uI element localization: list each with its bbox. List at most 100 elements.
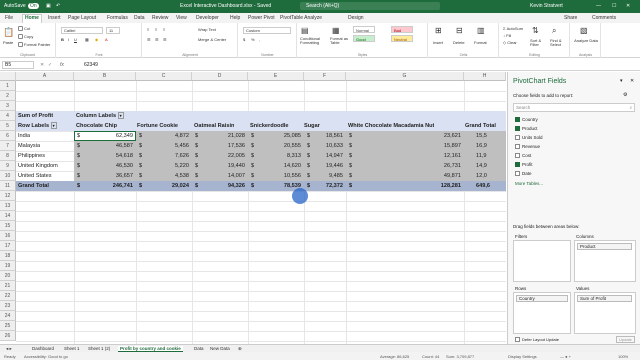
filter-dropdown-icon[interactable]: ▾ bbox=[50, 122, 57, 129]
column-labels-filter[interactable]: Column Labels ▾ bbox=[76, 111, 124, 121]
pivot-value-cell[interactable]: 94,326 bbox=[192, 181, 245, 191]
find-select-button[interactable]: Find & Select bbox=[550, 39, 568, 47]
pivot-value-cell[interactable]: 7,626 bbox=[136, 151, 189, 161]
row-header[interactable]: 13 bbox=[0, 201, 16, 211]
row-header[interactable]: 14 bbox=[0, 211, 16, 221]
row-header[interactable]: 26 bbox=[0, 331, 16, 341]
insert-cells-icon[interactable]: ⊞ bbox=[435, 26, 442, 35]
clear-button[interactable]: ◇ Clear bbox=[503, 40, 517, 45]
col-header-b[interactable]: B bbox=[74, 72, 136, 81]
rows-area[interactable]: Country bbox=[513, 292, 571, 334]
row-label-country[interactable]: United States bbox=[18, 171, 52, 181]
pivot-value-cell[interactable]: 5,220 bbox=[136, 161, 189, 171]
row-header[interactable]: 1 bbox=[0, 81, 16, 91]
display-settings[interactable]: Display Settings bbox=[508, 354, 537, 359]
maximize-icon[interactable]: ☐ bbox=[612, 3, 616, 9]
name-box[interactable]: B5 bbox=[2, 61, 34, 69]
pivot-value-cell[interactable]: 14,9 bbox=[476, 161, 506, 171]
field-item[interactable]: Date bbox=[515, 171, 532, 177]
value-field-chip[interactable]: Sum of Profit bbox=[577, 295, 632, 302]
style-neutral[interactable]: Neutral bbox=[391, 35, 413, 42]
delete-cells-button[interactable]: Delete bbox=[453, 40, 465, 45]
row-field-chip[interactable]: Country bbox=[516, 295, 568, 302]
pivot-value-cell[interactable]: 14,947 bbox=[304, 151, 343, 161]
wrap-text-button[interactable]: Wrap Text bbox=[198, 27, 216, 32]
row-header[interactable]: 21 bbox=[0, 281, 16, 291]
tab-data[interactable]: Data bbox=[134, 15, 145, 21]
font-size-select[interactable]: 11 bbox=[106, 27, 120, 34]
enter-icon[interactable]: ✓ bbox=[48, 62, 52, 68]
percent-icon[interactable]: % bbox=[251, 37, 255, 42]
col-header-c[interactable]: C bbox=[136, 72, 192, 81]
fill-color-icon[interactable]: ◆ bbox=[95, 37, 98, 42]
col-header-d[interactable]: D bbox=[192, 72, 248, 81]
row-header[interactable]: 8 bbox=[0, 151, 16, 161]
copy-button[interactable]: Copy bbox=[18, 34, 33, 40]
pivot-value-cell[interactable]: 246,741 bbox=[74, 181, 133, 191]
row-label-country[interactable]: Philippines bbox=[18, 151, 45, 161]
pivot-value-cell[interactable]: 5,456 bbox=[136, 141, 189, 151]
border-icon[interactable]: ▦ bbox=[85, 37, 89, 42]
style-normal[interactable]: Normal bbox=[353, 26, 375, 33]
row-header[interactable]: 9 bbox=[0, 161, 16, 171]
checkbox-icon[interactable] bbox=[515, 144, 520, 150]
row-header[interactable]: 5 bbox=[0, 121, 16, 131]
cancel-icon[interactable]: ✕ bbox=[40, 62, 44, 68]
field-search-input[interactable]: Search ⌕ bbox=[513, 103, 635, 112]
comma-icon[interactable]: , bbox=[259, 37, 260, 42]
row-label-country[interactable]: United Kingdom bbox=[18, 161, 58, 171]
delete-cells-icon[interactable]: ⊟ bbox=[456, 26, 463, 35]
style-good[interactable]: Good bbox=[353, 35, 375, 42]
checkbox-icon[interactable] bbox=[515, 153, 520, 159]
row-header[interactable]: 7 bbox=[0, 141, 16, 151]
pivot-value-cell[interactable]: 36,657 bbox=[74, 171, 133, 181]
field-item[interactable]: Cost bbox=[515, 153, 531, 159]
tab-help[interactable]: Help bbox=[230, 15, 240, 21]
cut-button[interactable]: Cut bbox=[18, 26, 30, 32]
row-header[interactable]: 12 bbox=[0, 191, 16, 201]
pivot-value-cell[interactable]: 18,561 bbox=[304, 131, 343, 141]
pivot-value-cell[interactable]: 72,372 bbox=[304, 181, 343, 191]
font-color-icon[interactable]: A bbox=[105, 37, 108, 42]
autosave-toggle[interactable]: On bbox=[28, 3, 39, 9]
row-header[interactable]: 15 bbox=[0, 221, 16, 231]
format-cells-icon[interactable]: ▥ bbox=[477, 26, 485, 35]
tab-view[interactable]: View bbox=[176, 15, 187, 21]
columns-area[interactable]: Product bbox=[574, 240, 636, 282]
pivot-value-cell[interactable]: 10,633 bbox=[304, 141, 343, 151]
row-header[interactable]: 25 bbox=[0, 321, 16, 331]
tab-developer[interactable]: Developer bbox=[196, 15, 219, 21]
row-header[interactable]: 11 bbox=[0, 181, 16, 191]
tab-design[interactable]: Design bbox=[348, 15, 364, 21]
sheet-tab-sheet1-2[interactable]: Sheet 1 (2) bbox=[86, 346, 112, 351]
row-label-country[interactable]: India bbox=[18, 131, 30, 141]
pane-options-icon[interactable]: ▾ bbox=[620, 78, 623, 84]
zoom-level[interactable]: 100% bbox=[618, 354, 628, 359]
minimize-icon[interactable]: — bbox=[596, 3, 601, 9]
pivot-value-cell[interactable]: 46,587 bbox=[74, 141, 133, 151]
row-header[interactable]: 18 bbox=[0, 251, 16, 261]
tab-pivottable-analyze[interactable]: PivotTable Analyze bbox=[280, 15, 322, 21]
pivot-value-cell[interactable]: 23,621 bbox=[346, 131, 461, 141]
field-item[interactable]: Product bbox=[515, 126, 538, 132]
share-button[interactable]: Share bbox=[564, 15, 577, 21]
pivot-value-cell[interactable]: 62,349 bbox=[74, 131, 133, 141]
update-button[interactable]: Update bbox=[616, 336, 635, 343]
undo-icon[interactable]: ↶ bbox=[56, 3, 60, 9]
pivot-value-cell[interactable]: 12,0 bbox=[476, 171, 506, 181]
pivot-value-cell[interactable]: 17,536 bbox=[192, 141, 245, 151]
row-header[interactable]: 2 bbox=[0, 91, 16, 101]
user-name[interactable]: Kevin Stratvert bbox=[530, 3, 563, 9]
checkbox-icon[interactable] bbox=[515, 162, 520, 168]
row-header[interactable]: 6 bbox=[0, 131, 16, 141]
sort-filter-button[interactable]: Sort & Filter bbox=[530, 39, 548, 47]
conditional-formatting-button[interactable]: Conditional Formatting bbox=[300, 37, 328, 45]
sheet-tab-sheet1[interactable]: Sheet 1 bbox=[62, 346, 82, 351]
pivot-value-cell[interactable]: 29,024 bbox=[136, 181, 189, 191]
tab-review[interactable]: Review bbox=[152, 15, 168, 21]
search-box[interactable]: Search (Alt+Q) bbox=[300, 2, 440, 10]
checkbox-icon[interactable] bbox=[515, 117, 520, 123]
pivot-value-cell[interactable]: 14,620 bbox=[248, 161, 301, 171]
align-center-icon[interactable]: ☰ bbox=[155, 37, 159, 42]
number-format-select[interactable]: Custom bbox=[243, 27, 291, 34]
